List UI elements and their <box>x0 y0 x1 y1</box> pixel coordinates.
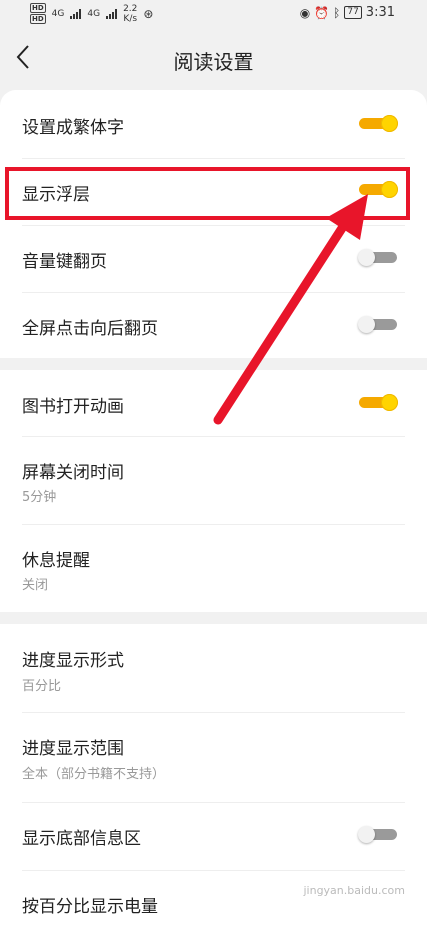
app-notification-icon: ⊛ <box>143 6 154 21</box>
setting-label: 休息提醒 <box>22 551 90 571</box>
setting-label: 进度显示形式 <box>22 651 124 671</box>
setting-label: 进度显示范围 <box>22 739 124 759</box>
page-title: 阅读设置 <box>173 50 254 74</box>
hd-badge-2: HD <box>30 14 46 24</box>
network-speed-value: 2.2 <box>123 3 138 14</box>
status-right: ◉ ⏰ ᛒ 77 3:31 <box>300 5 395 20</box>
status-bar: HD HD 4G 4G 2.2 K/s ⊛ ◉ ⏰ ᛒ 77 3:31 <box>0 0 427 28</box>
setting-row-screen-off-time[interactable]: 屏幕关闭时间 5分钟 <box>0 436 427 524</box>
setting-label: 设置成繁体字 <box>22 118 124 138</box>
hd-indicators: HD HD <box>30 3 46 24</box>
setting-row-bottom-info[interactable]: 显示底部信息区 <box>0 802 427 870</box>
settings-group-2: 图书打开动画 屏幕关闭时间 5分钟 休息提醒 关闭 <box>0 370 427 612</box>
book-open-animation-toggle[interactable] <box>359 394 398 411</box>
setting-row-volume-key-page-turn[interactable]: 音量键翻页 <box>0 225 427 292</box>
bluetooth-icon: ᛒ <box>333 5 341 20</box>
watermark: jingyan.baidu.com <box>303 884 405 897</box>
setting-value: 5分钟 <box>22 490 57 505</box>
volume-key-page-turn-toggle[interactable] <box>358 249 397 266</box>
alarm-icon: ⏰ <box>314 5 330 20</box>
bottom-info-toggle[interactable] <box>358 826 397 843</box>
battery-icon: 77 <box>344 6 362 19</box>
setting-label: 显示底部信息区 <box>22 829 141 849</box>
header: 阅读设置 <box>0 28 427 90</box>
network-speed: 2.2 K/s <box>123 4 137 24</box>
network-speed-unit: K/s <box>123 13 138 24</box>
setting-row-fullscreen-tap[interactable]: 全屏点击向后翻页 <box>0 292 427 358</box>
setting-label: 音量键翻页 <box>22 252 107 272</box>
network-type-1: 4G <box>51 8 65 19</box>
setting-label: 全屏点击向后翻页 <box>22 319 158 339</box>
setting-row-show-overlay[interactable]: 显示浮层 <box>0 158 427 225</box>
setting-row-rest-reminder[interactable]: 休息提醒 关闭 <box>0 524 427 612</box>
signal-icon <box>70 8 82 19</box>
setting-row-progress-format[interactable]: 进度显示形式 百分比 <box>0 624 427 712</box>
status-left: HD HD 4G 4G 2.2 K/s ⊛ <box>30 3 153 24</box>
traditional-chinese-toggle[interactable] <box>359 115 398 132</box>
signal-icon-2 <box>106 8 118 19</box>
setting-value: 全本（部分书籍不支持） <box>22 767 166 782</box>
settings-group-1: 设置成繁体字 显示浮层 音量键翻页 全屏点击向后翻页 <box>0 90 427 358</box>
setting-value: 关闭 <box>22 578 49 593</box>
setting-row-progress-range[interactable]: 进度显示范围 全本（部分书籍不支持） <box>0 712 427 802</box>
setting-value: 百分比 <box>22 679 62 694</box>
fullscreen-tap-toggle[interactable] <box>358 316 397 333</box>
setting-label: 图书打开动画 <box>22 397 124 417</box>
setting-row-battery-percent[interactable]: 按百分比显示电量 <box>0 870 427 936</box>
setting-row-book-open-animation[interactable]: 图书打开动画 <box>0 370 427 436</box>
hd-badge-1: HD <box>30 3 46 13</box>
setting-label: 按百分比显示电量 <box>22 897 158 917</box>
setting-label: 屏幕关闭时间 <box>22 463 124 483</box>
clock: 3:31 <box>365 5 395 20</box>
setting-row-traditional-chinese[interactable]: 设置成繁体字 <box>0 90 427 158</box>
network-type-2: 4G <box>87 8 101 19</box>
show-overlay-toggle[interactable] <box>359 181 398 198</box>
eye-icon: ◉ <box>299 5 311 20</box>
setting-label: 显示浮层 <box>22 185 90 205</box>
